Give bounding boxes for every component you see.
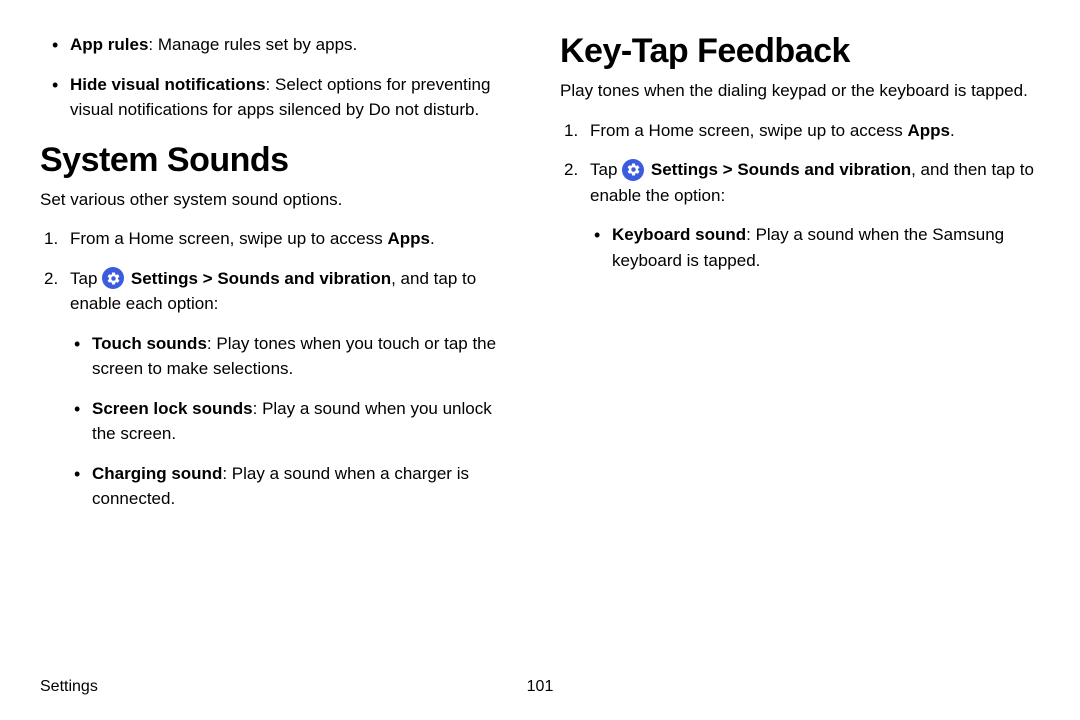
section-heading-keytap: Key-Tap Feedback xyxy=(560,32,1040,71)
settings-icon xyxy=(622,159,644,181)
steps-list: From a Home screen, swipe up to access A… xyxy=(40,226,520,512)
content-columns: App rules: Manage rules set by apps. Hid… xyxy=(40,32,1040,526)
step-sep: > xyxy=(198,269,217,288)
page-number: 101 xyxy=(527,678,554,696)
section-intro: Play tones when the dialing keypad or th… xyxy=(560,79,1040,104)
step-item: From a Home screen, swipe up to access A… xyxy=(590,118,1040,144)
step-text: . xyxy=(950,121,955,140)
left-column: App rules: Manage rules set by apps. Hid… xyxy=(40,32,520,526)
option-label: Charging sound xyxy=(92,464,222,483)
intro-bullets: App rules: Manage rules set by apps. Hid… xyxy=(40,32,520,123)
list-item: Touch sounds: Play tones when you touch … xyxy=(92,331,520,382)
option-label: Screen lock sounds xyxy=(92,399,253,418)
step-bold: Apps xyxy=(387,229,430,248)
list-item: Hide visual notifications: Select option… xyxy=(70,72,520,123)
section-heading-system-sounds: System Sounds xyxy=(40,141,520,180)
step-item: Tap Settings > Sounds and vibration, and… xyxy=(70,266,520,512)
footer-section-label: Settings xyxy=(40,678,98,695)
options-list: Keyboard sound: Play a sound when the Sa… xyxy=(590,222,1040,273)
step-text: Tap xyxy=(590,160,622,179)
section-intro: Set various other system sound options. xyxy=(40,188,520,213)
option-label: Touch sounds xyxy=(92,334,207,353)
step-text: From a Home screen, swipe up to access xyxy=(590,121,907,140)
steps-list: From a Home screen, swipe up to access A… xyxy=(560,118,1040,274)
list-item: Charging sound: Play a sound when a char… xyxy=(92,461,520,512)
step-bold: Sounds and vibration xyxy=(737,160,911,179)
settings-icon xyxy=(102,267,124,289)
step-bold: Settings xyxy=(651,160,718,179)
right-column: Key-Tap Feedback Play tones when the dia… xyxy=(560,32,1040,526)
list-item: App rules: Manage rules set by apps. xyxy=(70,32,520,58)
step-item: From a Home screen, swipe up to access A… xyxy=(70,226,520,252)
step-text: Tap xyxy=(70,269,102,288)
bullet-label: App rules xyxy=(70,35,148,54)
step-text: . xyxy=(430,229,435,248)
step-bold: Sounds and vibration xyxy=(217,269,391,288)
option-label: Keyboard sound xyxy=(612,225,746,244)
step-sep: > xyxy=(718,160,737,179)
list-item: Keyboard sound: Play a sound when the Sa… xyxy=(612,222,1040,273)
step-text: From a Home screen, swipe up to access xyxy=(70,229,387,248)
step-bold: Settings xyxy=(131,269,198,288)
step-item: Tap Settings > Sounds and vibration, and… xyxy=(590,157,1040,273)
options-list: Touch sounds: Play tones when you touch … xyxy=(70,331,520,512)
bullet-label: Hide visual notifications xyxy=(70,75,266,94)
step-bold: Apps xyxy=(907,121,950,140)
page-footer: Settings 101 xyxy=(40,678,1040,696)
bullet-desc: : Manage rules set by apps. xyxy=(148,35,357,54)
list-item: Screen lock sounds: Play a sound when yo… xyxy=(92,396,520,447)
